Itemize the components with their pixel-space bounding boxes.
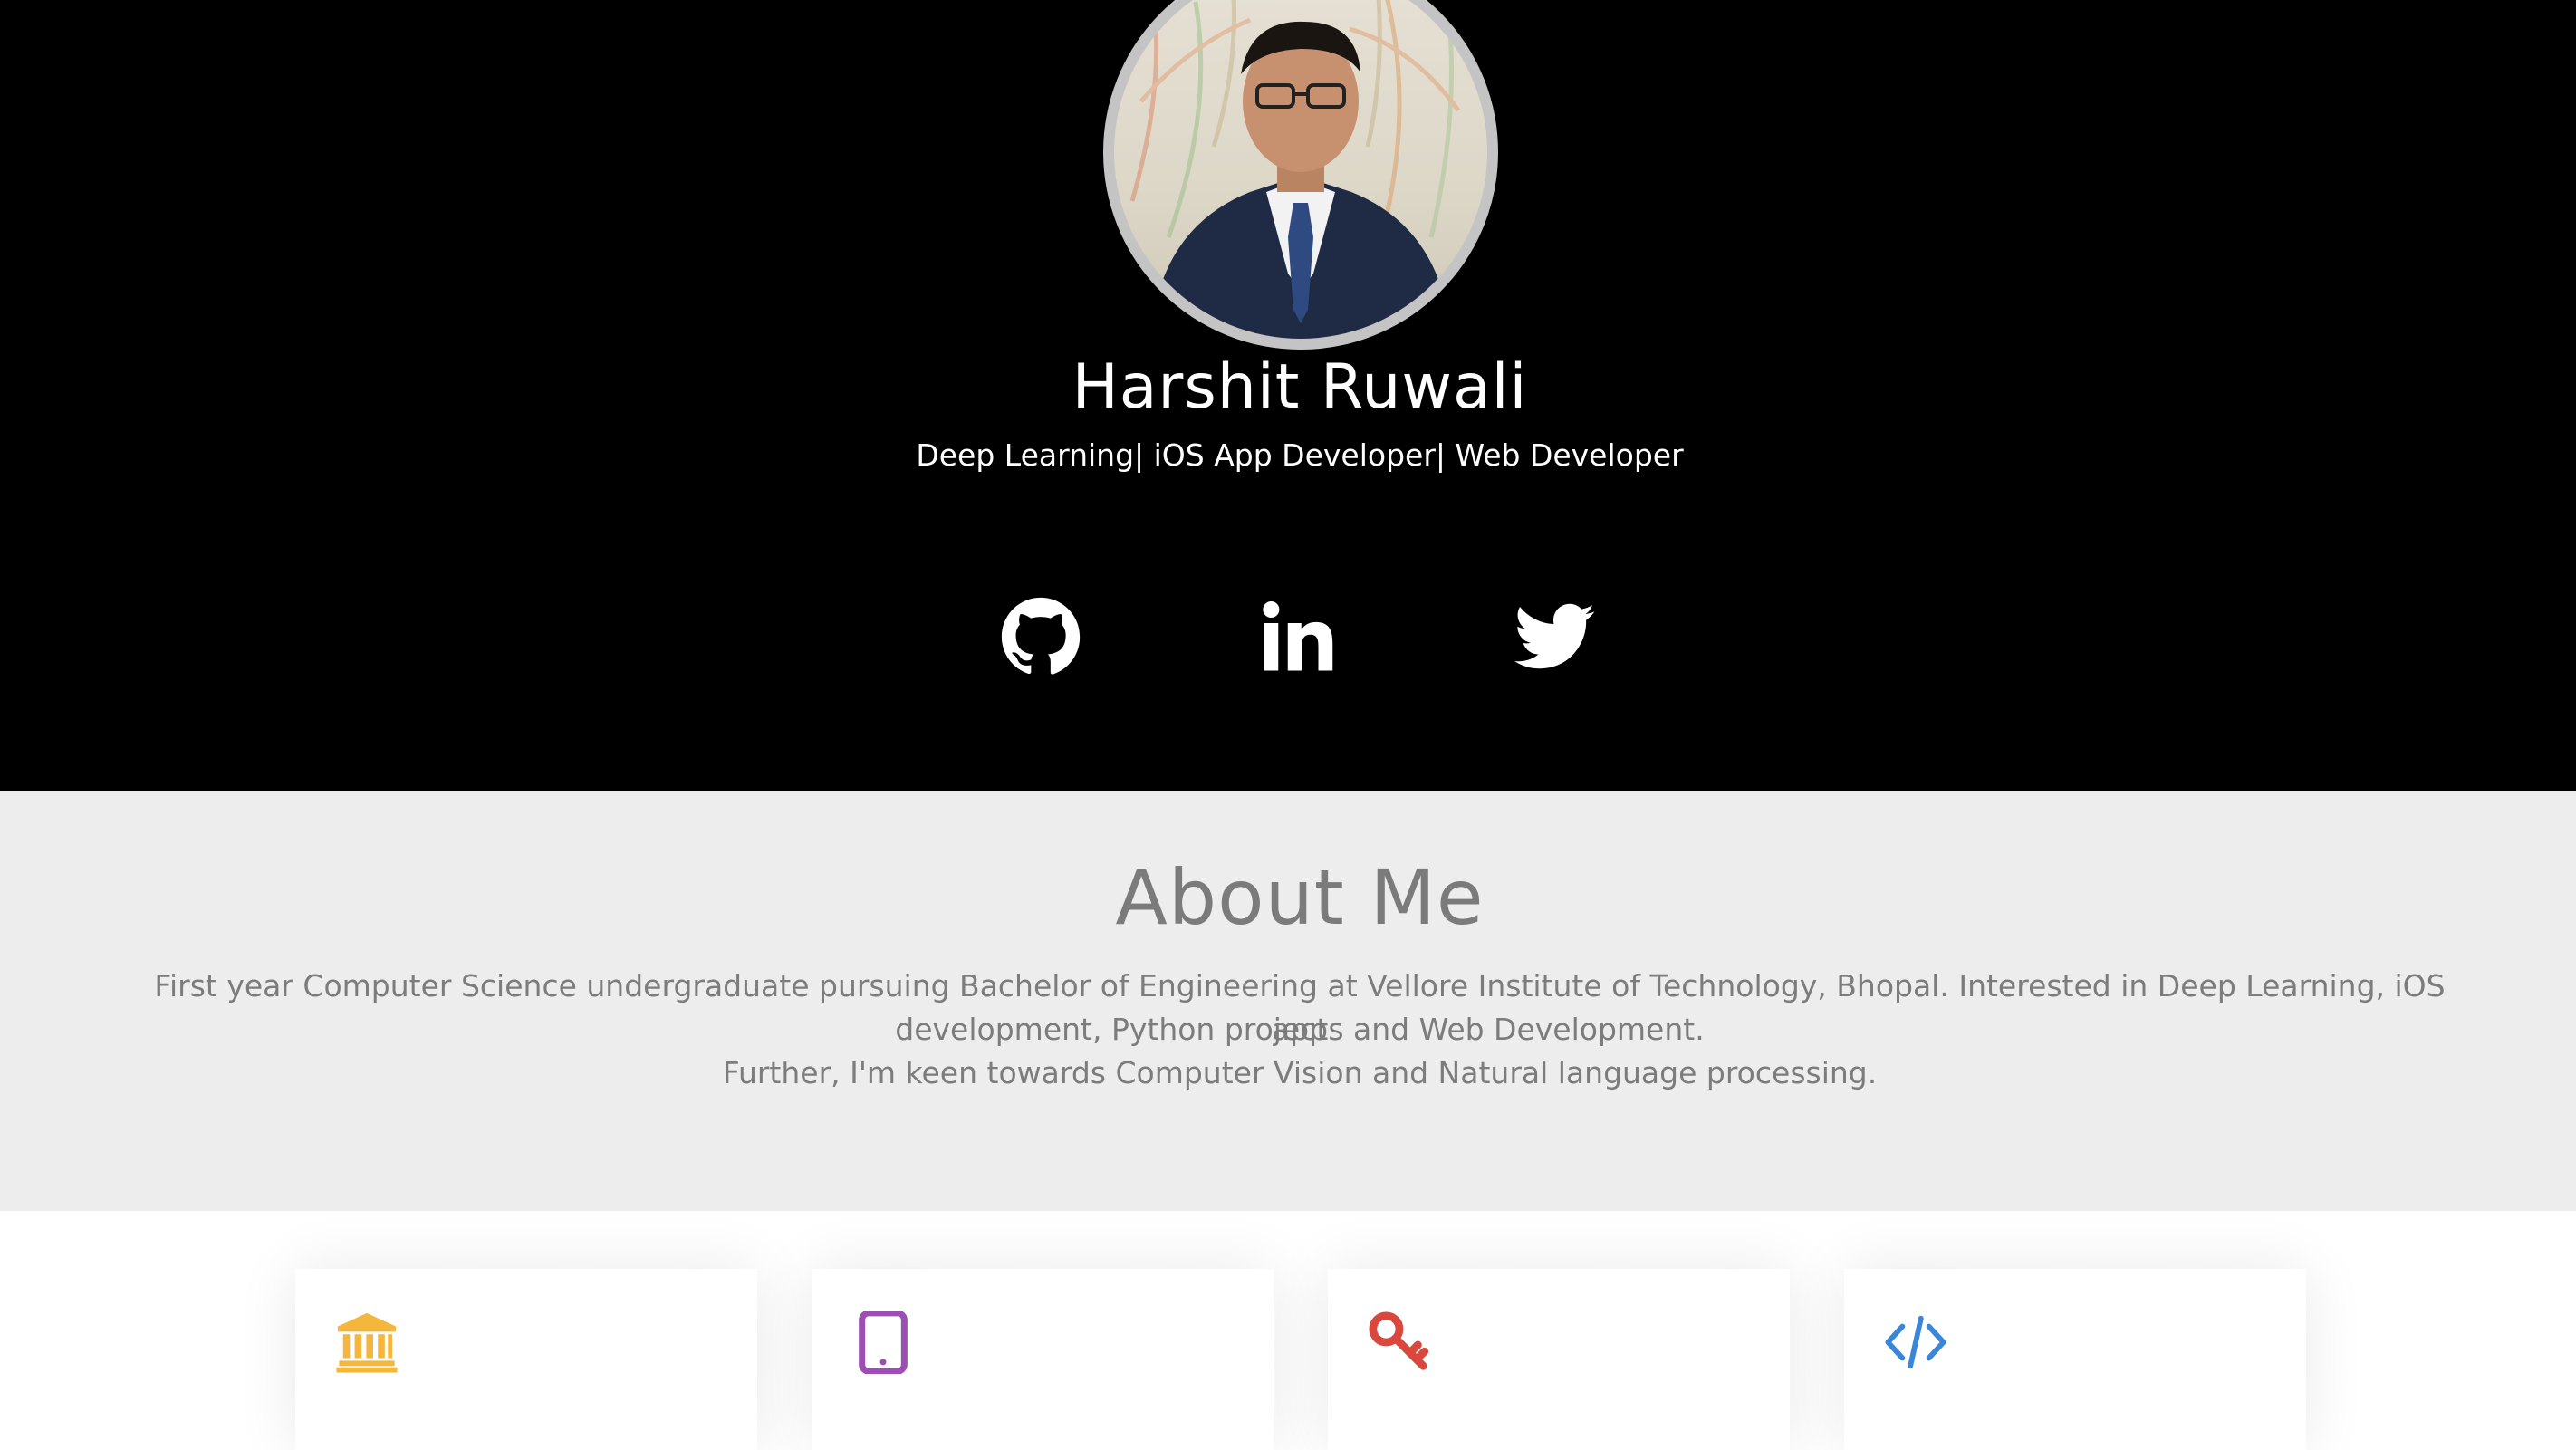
profile-photo (1103, 0, 1498, 350)
linkedin-link[interactable] (1257, 596, 1339, 677)
profile-name: Harshit Ruwali (1072, 351, 1528, 423)
skill-card (1844, 1269, 2306, 1450)
linkedin-icon (1263, 601, 1333, 671)
about-section: About Me First year Computer Science und… (0, 791, 2576, 1211)
skill-card (812, 1269, 1274, 1450)
twitter-icon (1514, 603, 1595, 669)
skill-card (295, 1269, 757, 1450)
hero-section: Harshit Ruwali Deep Learning| iOS App De… (0, 0, 2576, 791)
skill-card (1328, 1269, 1790, 1450)
about-text-line-3: Further, I'm keen towards Computer Visio… (722, 1055, 1878, 1090)
key-icon (1369, 1311, 1429, 1370)
about-text-line-2: development, Python projects and Web Dev… (895, 1012, 1705, 1047)
code-icon (1885, 1315, 1946, 1369)
about-title: About Me (1115, 853, 1485, 942)
profile-tagline: Deep Learning| iOS App Developer| Web De… (916, 437, 1684, 473)
github-icon (1001, 597, 1081, 675)
twitter-link[interactable] (1514, 596, 1596, 677)
github-link[interactable] (1000, 596, 1081, 677)
bank-icon (336, 1312, 398, 1373)
tablet-icon (859, 1311, 908, 1374)
skills-section (0, 1211, 2576, 1450)
